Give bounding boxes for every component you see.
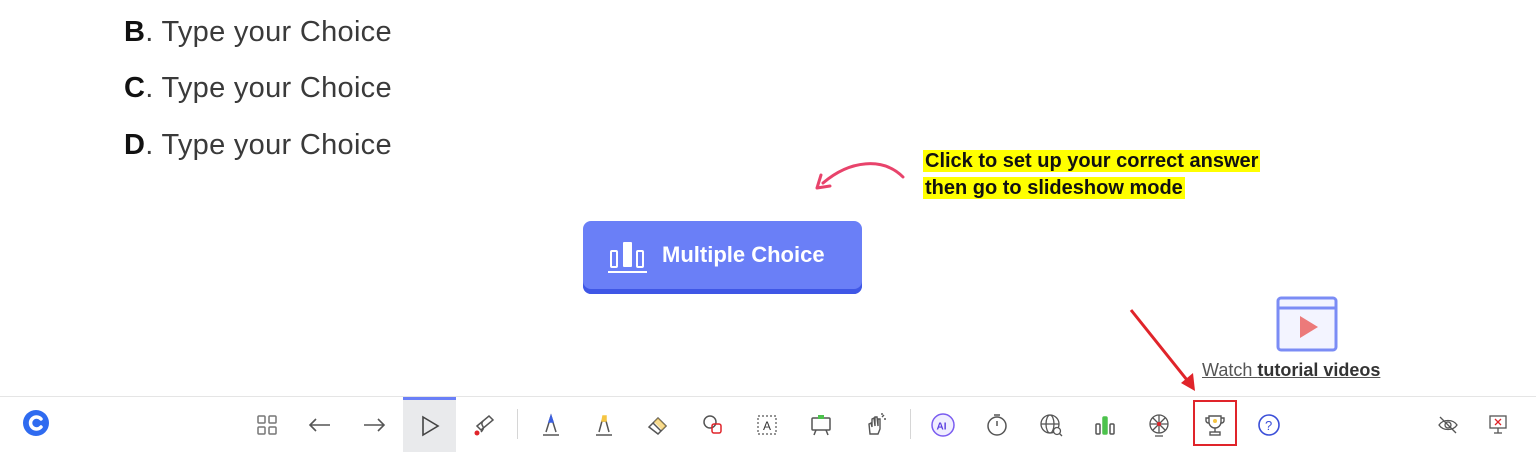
hand-raise-button[interactable] xyxy=(850,397,900,452)
tutorial-videos-link[interactable]: Watch tutorial videos xyxy=(1202,360,1380,381)
multiple-choice-label: Multiple Choice xyxy=(662,242,825,267)
pointer-tool-button[interactable] xyxy=(403,397,456,452)
choice-letter: C xyxy=(124,72,146,104)
choice-letter: B xyxy=(124,16,146,48)
help-button[interactable]: ? xyxy=(1244,397,1294,452)
ai-button[interactable]: AI xyxy=(918,397,968,452)
web-browser-button[interactable] xyxy=(1026,397,1076,452)
choice-b: B. Type your Choice xyxy=(124,16,392,49)
spinner-wheel-button[interactable] xyxy=(1134,397,1184,452)
exit-slideshow-button[interactable] xyxy=(1473,397,1523,452)
trophy-icon xyxy=(1205,414,1225,436)
web-browser-icon xyxy=(1040,413,1063,436)
choice-text: . Type your Choice xyxy=(145,16,392,48)
choice-d: D. Type your Choice xyxy=(124,129,392,162)
ai-icon: AI xyxy=(931,412,955,437)
grid-button[interactable] xyxy=(242,397,292,452)
pen-icon xyxy=(543,412,559,436)
hand-raise-icon xyxy=(868,412,886,435)
choice-text: . Type your Choice xyxy=(145,129,392,161)
exit-slideshow-icon xyxy=(1489,414,1507,434)
spinner-wheel-icon xyxy=(1149,413,1169,437)
highlighter-icon xyxy=(596,414,612,436)
choice-text: . Type your Choice xyxy=(145,72,392,104)
callout-text: Click to set up your correct answer then… xyxy=(923,148,1261,202)
svg-text:AI: AI xyxy=(937,421,947,432)
timer-button[interactable] xyxy=(972,397,1022,452)
tutorial-bold: tutorial videos xyxy=(1257,360,1381,380)
pointer-icon xyxy=(421,415,440,437)
toolbar-divider xyxy=(910,409,911,439)
pen-button[interactable] xyxy=(526,397,576,452)
curved-arrow-icon xyxy=(815,162,905,190)
eraser-button[interactable] xyxy=(633,397,683,452)
toolbar-divider xyxy=(517,409,518,439)
bar-chart-icon xyxy=(1095,415,1115,435)
annotation-arrow-icon xyxy=(1129,309,1195,391)
next-slide-button[interactable] xyxy=(349,397,399,452)
highlighter-button[interactable] xyxy=(579,397,629,452)
svg-text:A: A xyxy=(763,419,771,433)
choice-letter: D xyxy=(124,129,146,161)
hide-toolbar-button[interactable] xyxy=(1423,397,1473,452)
shapes-button[interactable] xyxy=(688,397,738,452)
text-box-icon: A xyxy=(757,414,777,435)
text-box-button[interactable]: A xyxy=(742,397,792,452)
bar-chart-icon xyxy=(608,242,647,273)
callout-line-1: Click to set up your correct answer xyxy=(923,150,1261,172)
callout-line-2: then go to slideshow mode xyxy=(923,177,1185,199)
shapes-icon xyxy=(703,414,722,434)
help-icon: ? xyxy=(1258,413,1280,436)
arrow-left-icon xyxy=(308,417,330,432)
previous-slide-button[interactable] xyxy=(295,397,345,452)
poll-button[interactable] xyxy=(1080,397,1130,452)
bottom-toolbar: A AI ? xyxy=(0,396,1536,452)
tutorial-prefix: Watch xyxy=(1202,360,1258,380)
laser-pen-icon xyxy=(474,414,495,435)
app-logo-icon[interactable] xyxy=(22,409,50,437)
laser-pen-button[interactable] xyxy=(459,397,509,452)
eraser-icon xyxy=(647,416,668,435)
arrow-right-icon xyxy=(364,417,386,432)
whiteboard-button[interactable] xyxy=(796,397,846,452)
hide-icon xyxy=(1438,416,1458,433)
timer-icon xyxy=(987,413,1007,436)
multiple-choice-button[interactable]: Multiple Choice xyxy=(583,221,862,294)
svg-text:?: ? xyxy=(1265,418,1272,433)
choice-c: C. Type your Choice xyxy=(124,72,392,105)
grid-icon xyxy=(257,414,277,435)
whiteboard-icon xyxy=(811,414,831,435)
leaderboard-button[interactable] xyxy=(1190,397,1240,452)
video-player-icon[interactable] xyxy=(1276,296,1338,352)
